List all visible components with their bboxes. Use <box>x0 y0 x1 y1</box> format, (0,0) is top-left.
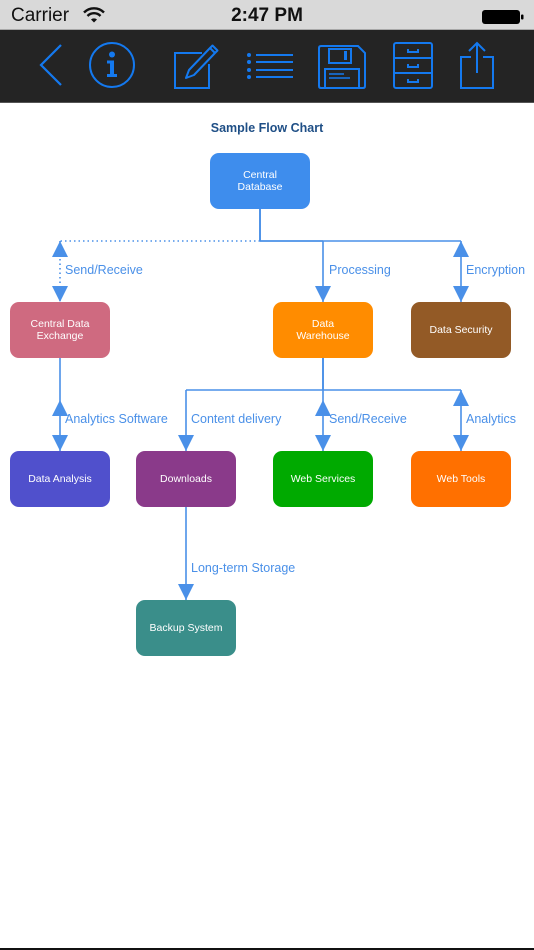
toolbar <box>0 30 534 103</box>
node-central-database[interactable]: Central Database <box>210 153 310 209</box>
flowchart-canvas: Sample Flow Chart Central Database Centr… <box>0 103 534 948</box>
info-button[interactable] <box>86 40 138 90</box>
compose-pencil-icon <box>174 44 219 89</box>
edge-label-send-receive-2: Send/Receive <box>329 412 407 426</box>
edge-downloads-to-backup-system-arrowhead-down <box>178 584 194 600</box>
node-downloads[interactable]: Downloads <box>136 451 236 507</box>
edge-central-database-to-data-security-arrowhead-down <box>453 286 469 302</box>
edge-label-analytics-software: Analytics Software <box>65 412 168 426</box>
edge-label-long-term-storage: Long-term Storage <box>191 561 296 575</box>
file-cabinet-icon <box>393 42 433 89</box>
share-icon <box>460 41 494 89</box>
edge-data-warehouse-to-web-services-arrowhead-down <box>315 435 331 451</box>
node-data-warehouse[interactable]: Data Warehouse <box>273 302 373 358</box>
list-icon <box>247 53 293 79</box>
edge-data-warehouse-to-web-tools-arrowhead-down <box>453 435 469 451</box>
node-central-data-exchange[interactable]: Central Data Exchange <box>10 302 110 358</box>
edge-label-encryption: Encryption <box>466 263 526 277</box>
edge-central-database-to-central-data-exchange-arrowhead-down <box>52 286 68 302</box>
edge-label-content-delivery: Content delivery <box>191 412 282 426</box>
share-button[interactable] <box>456 40 498 90</box>
edge-central-database-to-data-warehouse-arrowhead-down <box>315 286 331 302</box>
node-data-analysis[interactable]: Data Analysis <box>10 451 110 507</box>
edge-central-database-to-data-security-arrowhead-up <box>453 241 469 257</box>
list-button[interactable] <box>244 40 296 90</box>
file-cabinet-button[interactable] <box>390 40 436 90</box>
edge-label-processing: Processing <box>329 263 391 277</box>
edge-data-warehouse-to-web-tools-arrowhead-up <box>453 390 469 406</box>
battery-full-icon <box>482 10 524 24</box>
clock-time: 2:47 PM <box>231 5 303 26</box>
status-bar: Carrier 2:47 PM <box>0 0 534 30</box>
info-circle-icon <box>89 42 135 88</box>
node-web-tools[interactable]: Web Tools <box>411 451 511 507</box>
edit-button[interactable] <box>170 40 220 90</box>
edge-central-data-exchange-to-data-analysis-arrowhead-down <box>52 435 68 451</box>
floppy-disk-icon <box>318 45 366 89</box>
back-button[interactable] <box>34 40 68 90</box>
edge-label-analytics: Analytics <box>466 412 517 426</box>
node-data-security[interactable]: Data Security <box>411 302 511 358</box>
save-button[interactable] <box>316 40 368 90</box>
chevron-left-icon <box>39 44 62 86</box>
edge-data-warehouse-to-downloads-arrowhead-down <box>178 435 194 451</box>
node-backup-system[interactable]: Backup System <box>136 600 236 656</box>
edge-central-database-to-central-data-exchange-arrowhead-up <box>52 241 68 257</box>
edge-label-send-receive: Send/Receive <box>65 263 143 277</box>
edges-layer <box>52 209 469 600</box>
node-web-services[interactable]: Web Services <box>273 451 373 507</box>
